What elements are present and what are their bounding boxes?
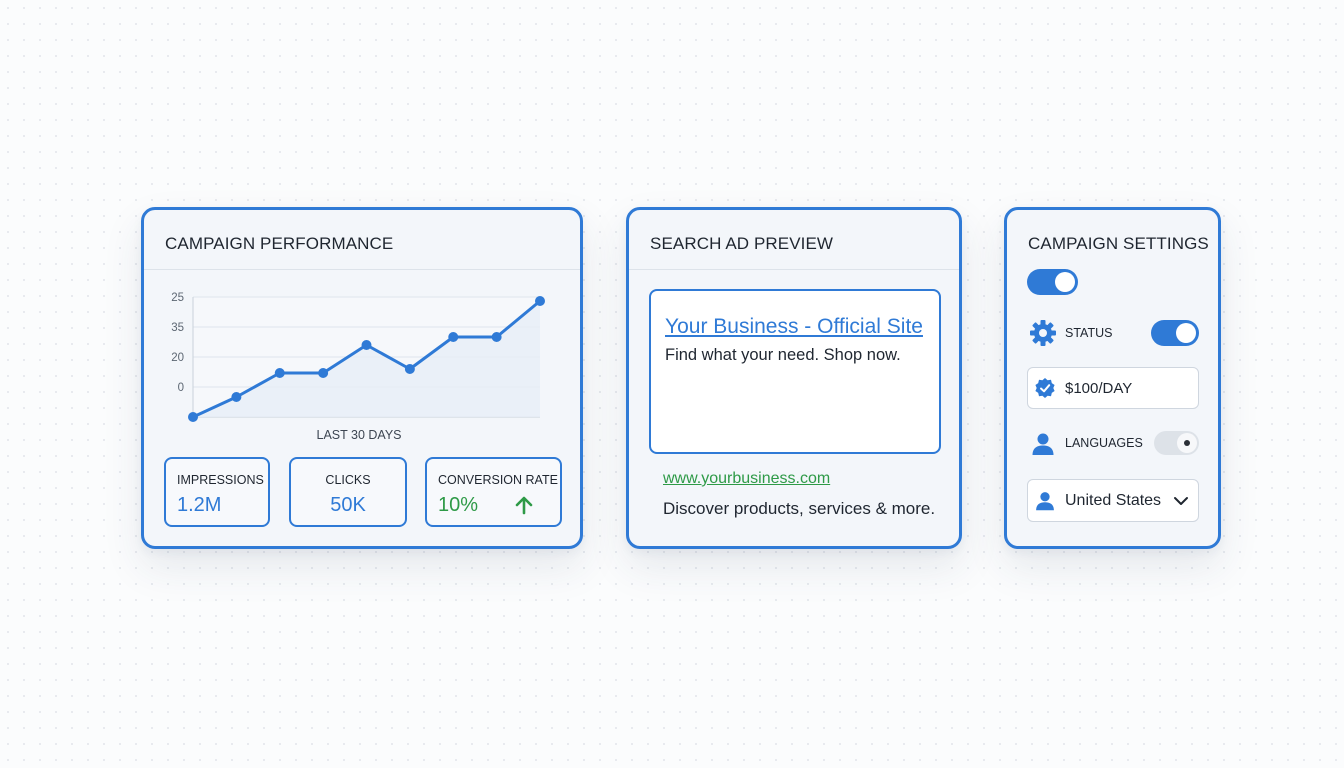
person-icon: [1036, 492, 1054, 511]
data-point: [404, 364, 415, 374]
ad-preview-box: Your Business - Official Site Find what …: [649, 289, 941, 454]
y-tick-label: 35: [171, 322, 184, 334]
status-toggle[interactable]: [1151, 320, 1199, 346]
data-point: [361, 340, 372, 350]
toggle-knob: [1055, 272, 1075, 292]
y-tick-label: 25: [171, 292, 184, 304]
gear-icon: [1030, 320, 1056, 346]
ad-tagline: Discover products, services & more.: [663, 499, 936, 518]
location-value: United States: [1065, 492, 1162, 509]
performance-line-chart: 25 35 20 0 LAST 30 DAYS: [171, 292, 545, 442]
badge-check-icon: [1035, 378, 1055, 398]
languages-toggle[interactable]: [1154, 431, 1199, 455]
stat-value: 50K: [330, 494, 366, 516]
stat-value: 1.2M: [177, 494, 222, 516]
campaign-master-toggle[interactable]: [1027, 269, 1078, 295]
data-point: [535, 296, 545, 306]
stat-value: 10%: [438, 494, 479, 516]
data-point: [491, 332, 502, 342]
campaign-settings-card: CAMPAIGN SETTINGS STATUS $100/DAY LANGUA…: [1004, 207, 1221, 549]
search-ad-preview-card: SEARCH AD PREVIEW Your Business - Offici…: [626, 207, 962, 549]
card-divider: [629, 269, 959, 270]
impressions-stat: IMPRESSIONS 1.2M: [164, 457, 270, 527]
chevron-down-icon: [1174, 497, 1188, 505]
x-axis-label: LAST 30 DAYS: [317, 428, 402, 442]
ad-description: Find what your need. Shop now.: [665, 346, 901, 364]
card-title: CAMPAIGN SETTINGS: [1028, 234, 1209, 253]
ad-display-url[interactable]: www.yourbusiness.com: [663, 470, 830, 488]
daily-budget-field[interactable]: $100/DAY: [1027, 367, 1199, 409]
status-label: STATUS: [1065, 326, 1113, 340]
stat-label: IMPRESSIONS: [177, 473, 264, 487]
arrow-up-icon: [515, 496, 533, 515]
y-tick-label: 20: [171, 352, 184, 364]
y-tick-label: 0: [178, 382, 184, 394]
data-point: [188, 412, 198, 422]
campaign-performance-card: CAMPAIGN PERFORMANCE 25 35 20 0 LAST 30 DAYS…: [141, 207, 583, 549]
conversion-rate-stat: CONVERSION RATE 10%: [425, 457, 562, 527]
data-point: [274, 368, 285, 378]
budget-value: $100/DAY: [1065, 380, 1133, 397]
ad-headline-link[interactable]: Your Business - Official Site: [665, 315, 923, 339]
stat-label: CONVERSION RATE: [438, 473, 558, 487]
toggle-knob: [1177, 433, 1197, 453]
stat-label: CLICKS: [325, 473, 371, 487]
person-icon: [1032, 433, 1054, 455]
data-point: [448, 332, 459, 342]
data-point: [318, 368, 329, 378]
toggle-knob: [1176, 323, 1196, 343]
location-select[interactable]: United States: [1027, 479, 1199, 522]
clicks-stat: CLICKS 50K: [289, 457, 407, 527]
card-title: SEARCH AD PREVIEW: [650, 234, 834, 253]
data-point: [231, 392, 242, 402]
languages-label: LANGUAGES: [1065, 436, 1143, 450]
